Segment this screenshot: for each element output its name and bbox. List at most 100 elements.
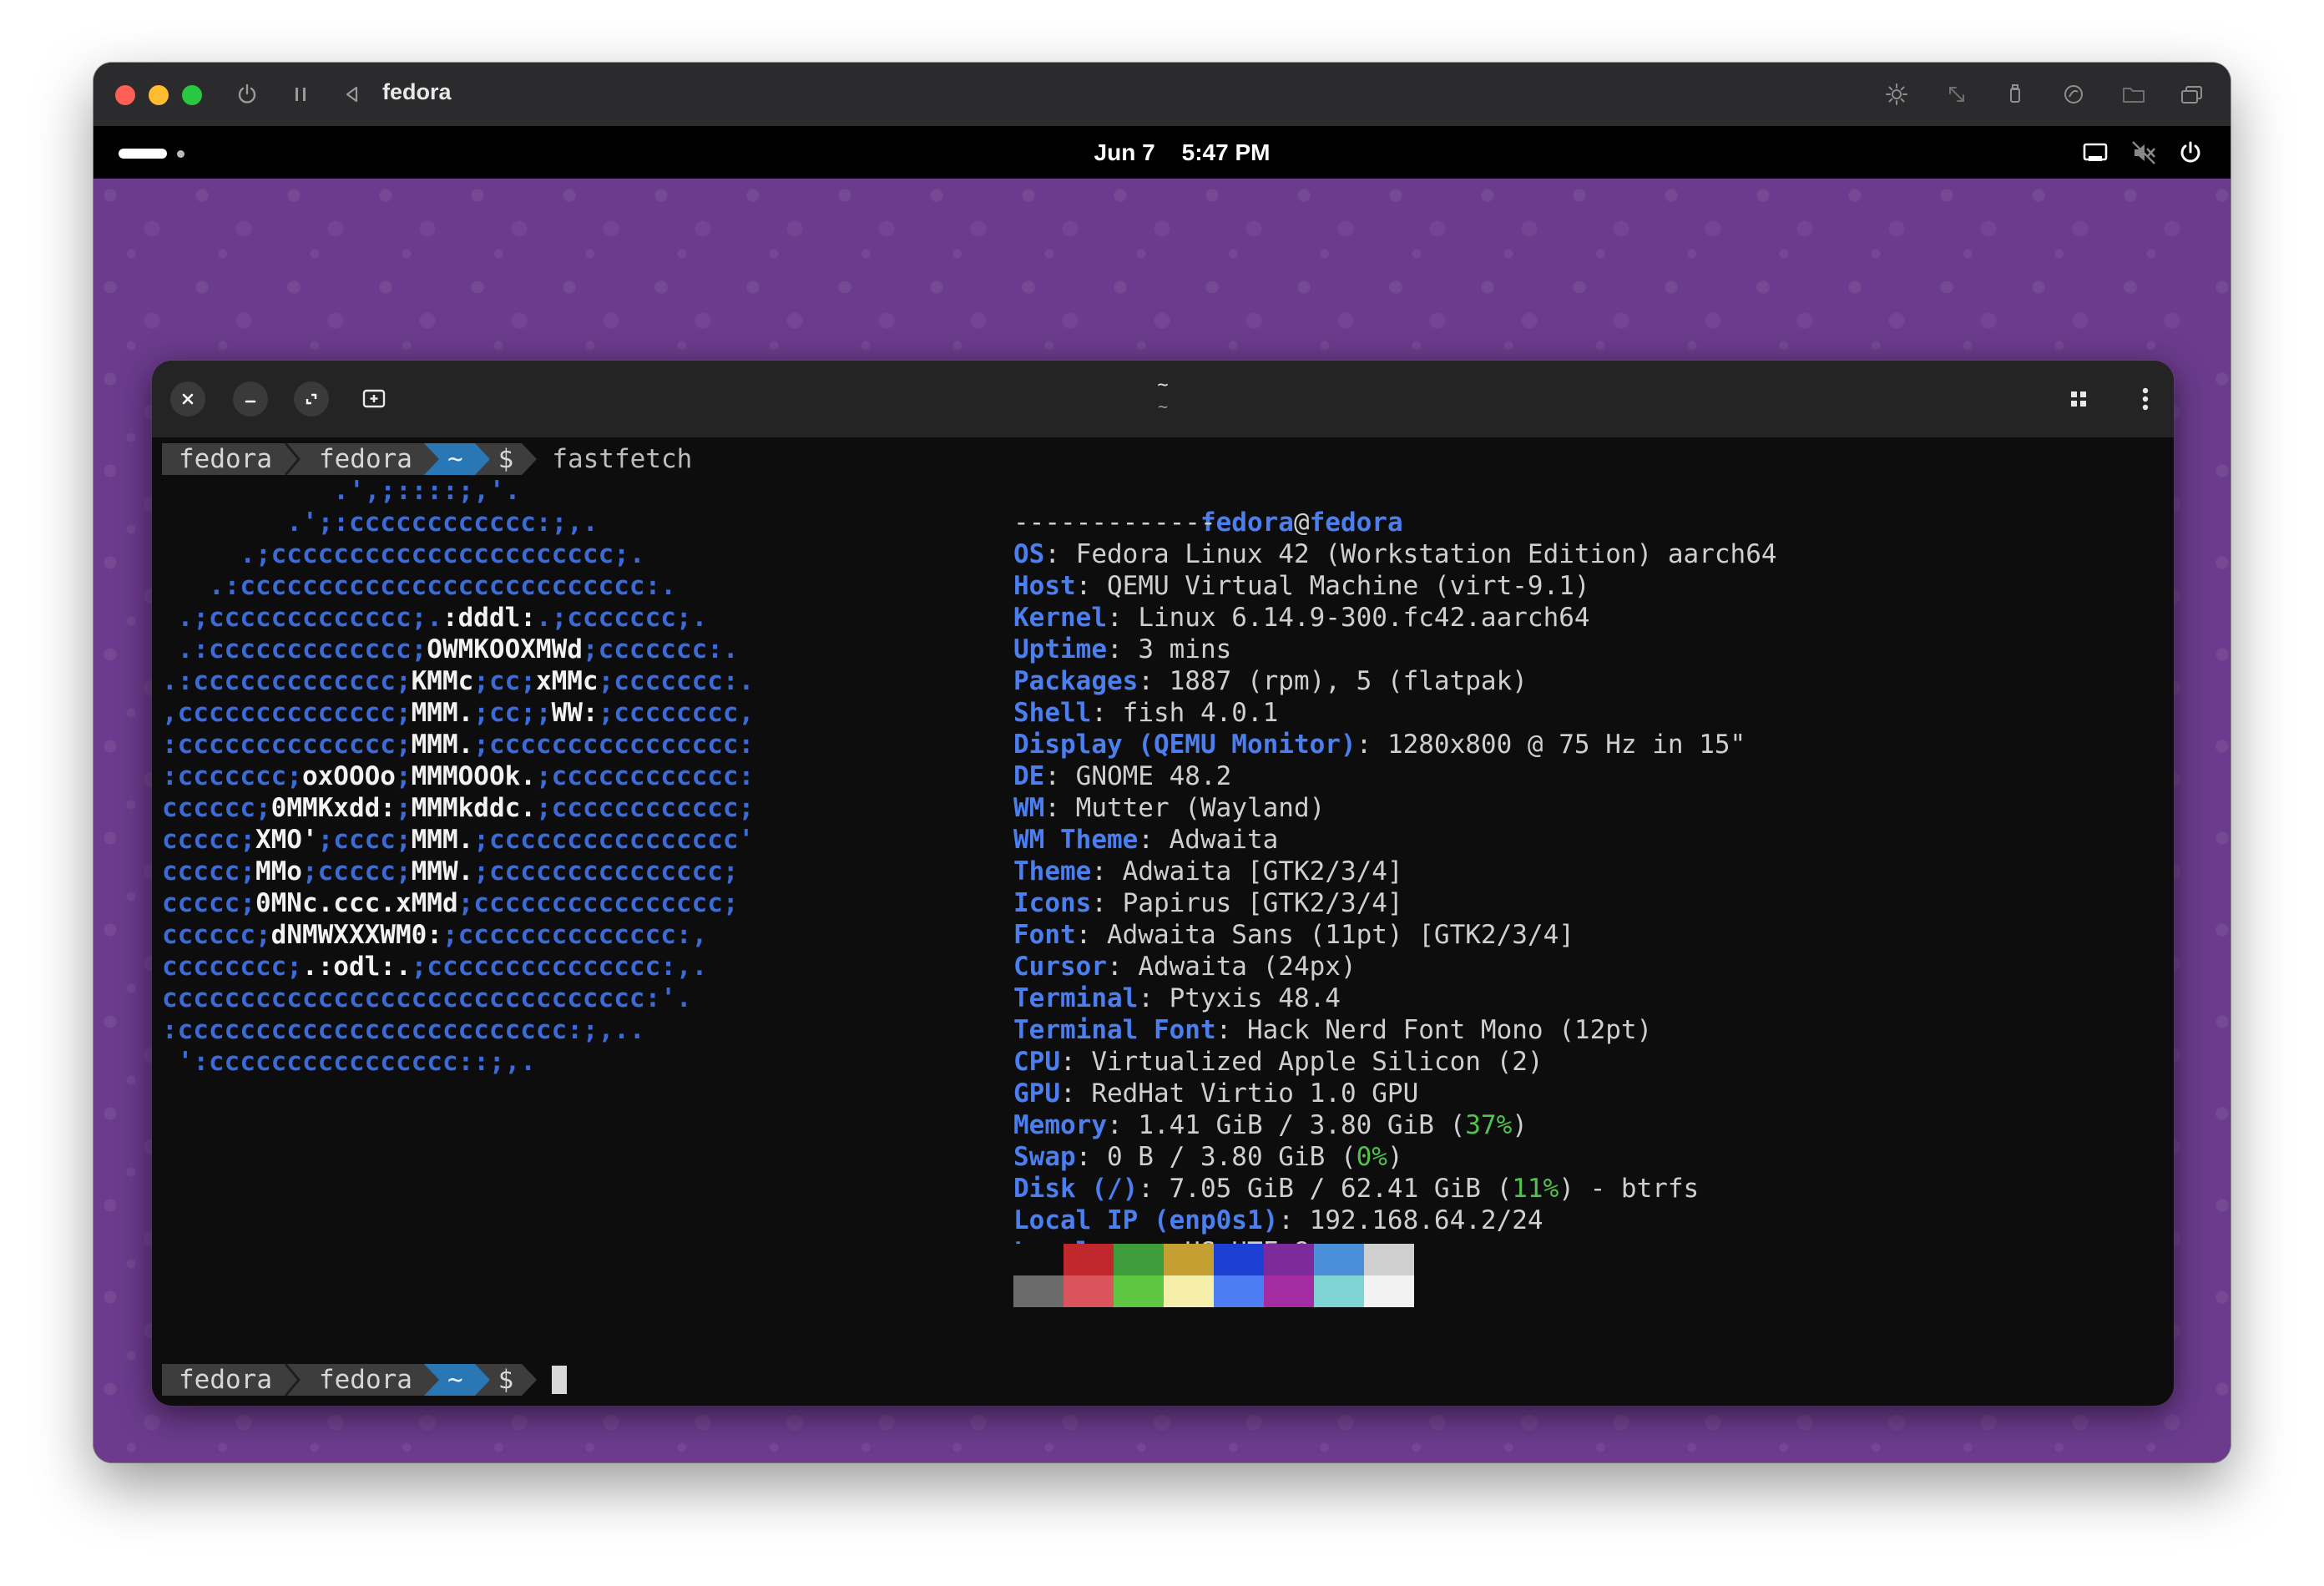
volume-muted-icon[interactable] (2130, 139, 2157, 166)
info-header-at: @ (1293, 508, 1310, 538)
prompt-dir: ~ (442, 1364, 475, 1396)
info-value: 192.168.64.2/24 (1309, 1205, 1543, 1235)
terminal-subtitle: ~ (1157, 396, 1169, 417)
info-value: 1280x800 @ 75 Hz in 15" (1387, 730, 1746, 760)
info-key: Cursor (1013, 952, 1107, 982)
info-key: Uptime (1013, 634, 1107, 664)
info-row: Icons: Papirus [GTK2/3/4] (1013, 888, 1403, 918)
info-value: Linux 6.14.9-300.fc42.aarch64 (1138, 603, 1590, 633)
ascii-logo-line: .';:cccccccccccc:;,. (162, 508, 599, 538)
info-value: RedHat Virtio 1.0 GPU (1091, 1078, 1419, 1109)
ascii-logo-line: .;cccccccccccccccccccccc;. (162, 539, 645, 569)
info-value: 0 B / 3.80 GiB ( (1106, 1142, 1357, 1172)
palette-swatch (1214, 1275, 1264, 1307)
info-key: Theme (1013, 856, 1092, 886)
palette-swatch (1264, 1244, 1314, 1275)
info-key: Terminal (1013, 983, 1139, 1013)
info-row: GPU: RedHat Virtio 1.0 GPU (1013, 1078, 1419, 1109)
ascii-logo-line: .',;::::;,'. (162, 476, 521, 506)
ascii-logo-line: ccccccccccccccccccccccccccccccc:'. (162, 983, 692, 1013)
palette-swatch (1114, 1275, 1164, 1307)
info-row: Packages: 1887 (rpm), 5 (flatpak) (1013, 666, 1528, 696)
info-value: Adwaita (1169, 825, 1279, 855)
info-value: fish 4.0.1 (1122, 698, 1279, 728)
network-icon[interactable] (2082, 139, 2109, 166)
windows-icon[interactable] (2175, 78, 2209, 111)
info-value: 1887 (rpm), 5 (flatpak) (1169, 666, 1528, 696)
power-menu-icon[interactable] (2177, 139, 2204, 166)
info-row: Font: Adwaita Sans (11pt) [GTK2/3/4] (1013, 920, 1574, 950)
pause-icon[interactable] (284, 78, 317, 111)
menu-kebab-icon[interactable] (2128, 381, 2163, 417)
prompt-dir: ~ (442, 443, 475, 475)
resize-icon[interactable] (1940, 78, 1973, 111)
info-percent: 37% (1465, 1110, 1513, 1140)
info-key: Shell (1013, 698, 1092, 728)
info-key: Host (1013, 571, 1076, 601)
prompt-symbol: $ (493, 1364, 523, 1396)
ascii-logo-line: .;ccccccccccccc;.:dddl:.;ccccccc;. (162, 603, 708, 633)
info-key: CPU (1013, 1047, 1060, 1077)
terminal-headerbar: ~ ~ (152, 361, 2174, 437)
info-value: Adwaita (24px) (1138, 952, 1357, 982)
ascii-logo-line: cccccc;dNMWXXXWM0:;cccccccccccccc:, (162, 920, 708, 950)
info-row: Terminal: Ptyxis 48.4 (1013, 983, 1341, 1013)
info-row: Memory: 1.41 GiB / 3.80 GiB (37%) (1013, 1110, 1528, 1140)
info-value: Papirus [GTK2/3/4] (1122, 888, 1403, 918)
usb-icon[interactable] (1998, 78, 2032, 111)
prompt-user: fedora (301, 1364, 424, 1396)
info-row: Swap: 0 B / 3.80 GiB (0%) (1013, 1142, 1403, 1172)
info-key: Font (1013, 920, 1076, 950)
info-separator: ------------- (1013, 508, 1216, 538)
info-key: GPU (1013, 1078, 1060, 1109)
vm-title: fedora (382, 79, 452, 104)
info-key: Terminal Font (1013, 1015, 1216, 1045)
ascii-logo-line: ':cccccccccccccccc::;,. (162, 1047, 536, 1077)
info-key: WM (1013, 793, 1045, 823)
info-value: 1.41 GiB / 3.80 GiB ( (1138, 1110, 1466, 1140)
brightness-icon[interactable] (1880, 78, 1913, 111)
terminal-window: ~ ~ fedora fedora ~ $ fastfetch .',;::::… (152, 361, 2174, 1406)
ascii-logo-line: .:ccccccccccccc;KMMc;cc;xMMc;ccccccc:. (162, 666, 755, 696)
info-value: Hack Nerd Font Mono (12pt) (1246, 1015, 1653, 1045)
power-icon[interactable] (230, 78, 264, 111)
prompt-command: fastfetch (552, 444, 693, 474)
info-key: Local IP (enp0s1) (1013, 1205, 1279, 1235)
info-row: Uptime: 3 mins (1013, 634, 1232, 664)
info-row: Theme: Adwaita [GTK2/3/4] (1013, 856, 1403, 886)
terminal-content[interactable]: fedora fedora ~ $ fastfetch .',;::::;,'.… (152, 437, 2174, 1406)
ascii-logo-line: ccccc;MMo;ccccc;MMW.;ccccccccccccccc; (162, 856, 739, 886)
ascii-logo-line: :cccccccccccccc;MMM.;cccccccccccccccc: (162, 730, 755, 760)
palette-swatch (1013, 1244, 1063, 1275)
gnome-top-bar: Jun 7 5:47 PM (93, 126, 2231, 233)
info-key: OS (1013, 539, 1045, 569)
info-row: Host: QEMU Virtual Machine (virt-9.1) (1013, 571, 1590, 601)
palette-swatch (1364, 1275, 1414, 1307)
prompt-host: fedora (162, 443, 284, 475)
info-key: WM Theme (1013, 825, 1139, 855)
info-value: Adwaita [GTK2/3/4] (1122, 856, 1403, 886)
info-value: 3 mins (1138, 634, 1232, 664)
close-window-button[interactable] (115, 85, 135, 105)
ascii-logo-line: :ccccccccccccccccccccccccc:;,.. (162, 1015, 645, 1045)
clock[interactable]: Jun 7 5:47 PM (114, 126, 2231, 179)
info-percent: 11% (1512, 1174, 1559, 1204)
info-key: Disk (/) (1013, 1174, 1139, 1204)
info-row: Terminal Font: Hack Nerd Font Mono (12pt… (1013, 1015, 1653, 1045)
minimize-window-button[interactable] (149, 85, 169, 105)
info-value: 7.05 GiB / 62.41 GiB ( (1169, 1174, 1513, 1204)
ascii-logo-line: ccccc;0MNc.ccc.xMMd;cccccccccccccccc; (162, 888, 739, 918)
maximize-window-button[interactable] (182, 85, 202, 105)
ascii-logo-line: ,cccccccccccccc;MMM.;cc;;WW:;cccccccc, (162, 698, 755, 728)
palette-swatch (1164, 1244, 1214, 1275)
ascii-logo-line: .:ccccccccccccc;OWMKOOXMWd;ccccccc:. (162, 634, 739, 664)
color-palette-bottom (1013, 1275, 1414, 1307)
palette-swatch (1314, 1244, 1364, 1275)
palette-swatch (1214, 1244, 1264, 1275)
shared-folder-icon[interactable] (2057, 78, 2090, 111)
prompt-host: fedora (162, 1364, 284, 1396)
back-icon[interactable] (336, 78, 369, 111)
shell-prompt: fedora fedora ~ $ fastfetch (162, 443, 692, 475)
folder-icon[interactable] (2117, 78, 2150, 111)
tab-overview-icon[interactable] (2061, 381, 2096, 417)
